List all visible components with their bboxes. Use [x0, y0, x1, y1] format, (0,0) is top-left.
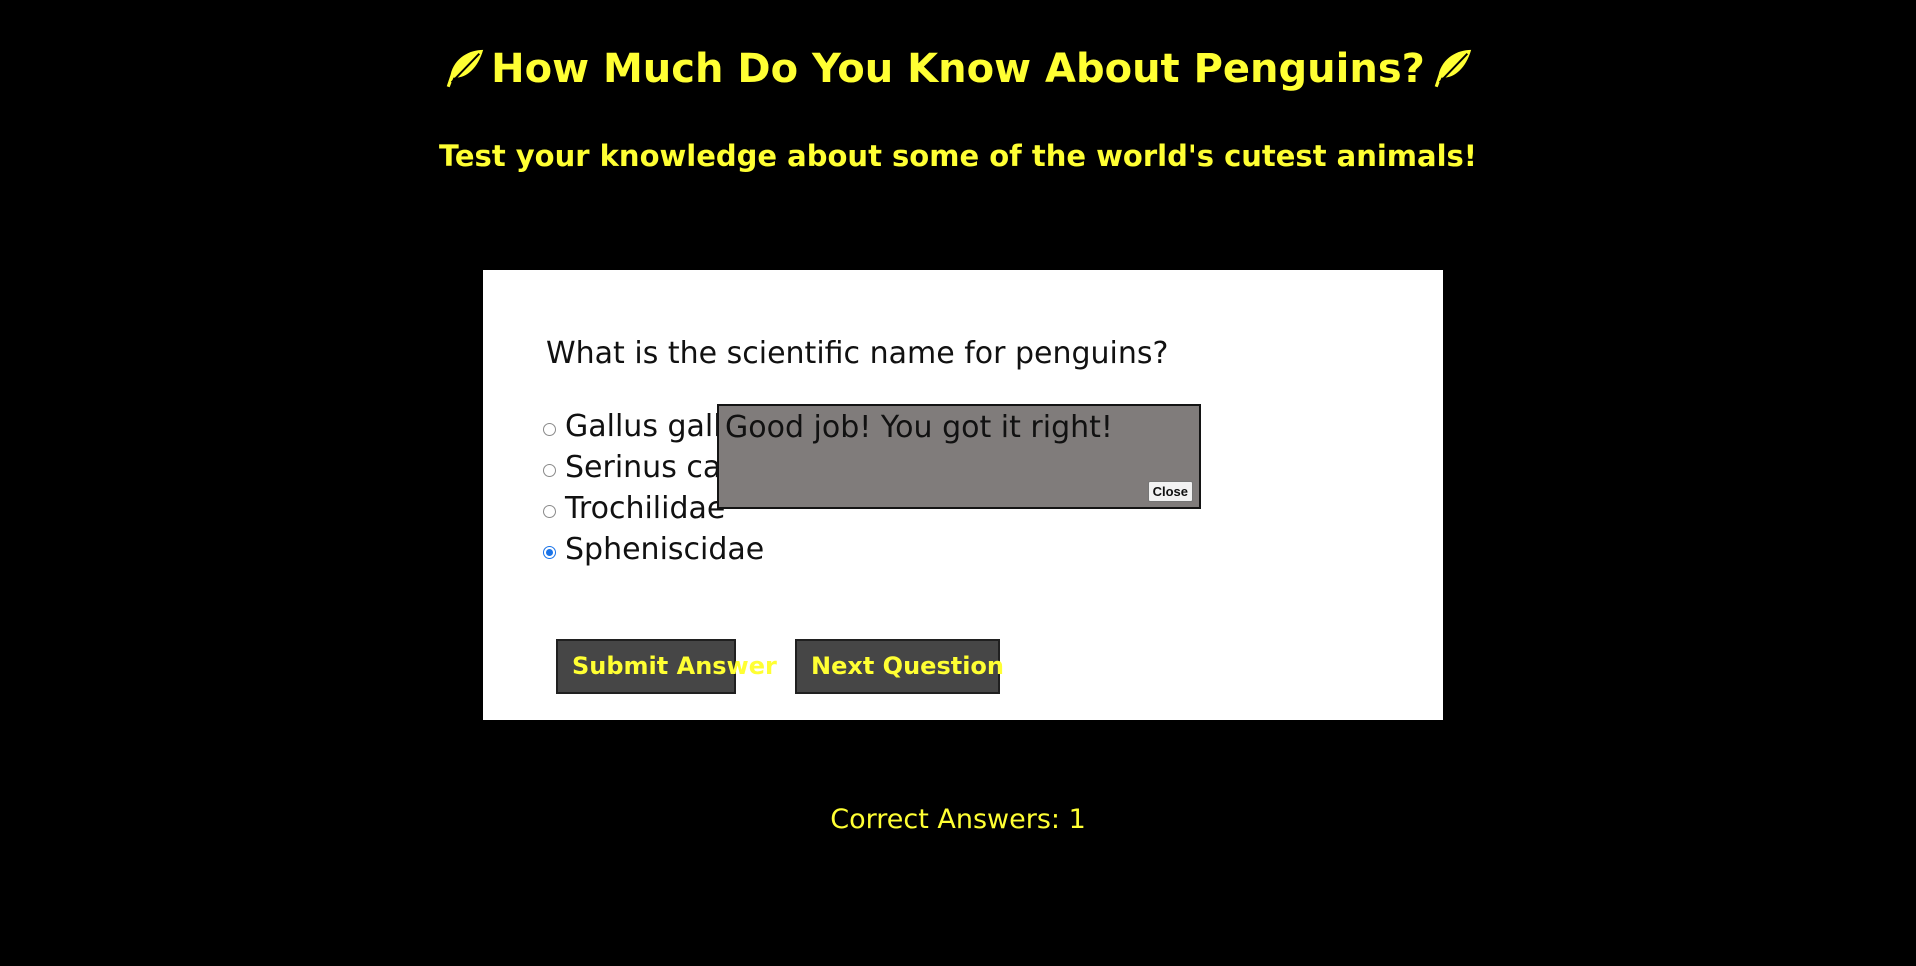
answer-option[interactable]: Spheniscidae: [543, 529, 798, 570]
quiz-page: How Much Do You Know About Penguins? Tes…: [0, 0, 1916, 966]
page-title-row: How Much Do You Know About Penguins?: [0, 38, 1916, 100]
submit-answer-button[interactable]: Submit Answer: [556, 639, 777, 694]
correct-answers-count: Correct Answers: 1: [830, 804, 1086, 835]
feedback-message: Good job! You got it right!: [725, 410, 1113, 445]
radio-button[interactable]: [543, 464, 556, 477]
radio-button[interactable]: [543, 423, 556, 436]
next-question-button[interactable]: Next Question: [795, 639, 1004, 694]
radio-button-selected[interactable]: [543, 546, 556, 559]
close-button[interactable]: Close: [1147, 481, 1193, 502]
page-subtitle: Test your knowledge about some of the wo…: [438, 139, 1478, 173]
radio-button[interactable]: [543, 505, 556, 518]
feedback-popup: Good job! You got it right! Close: [717, 404, 1201, 509]
answer-label: Trochilidae: [565, 491, 726, 526]
feather-icon: [1434, 49, 1471, 88]
question-text: What is the scientific name for penguins…: [546, 336, 1169, 371]
header: How Much Do You Know About Penguins?: [0, 38, 1916, 100]
feather-icon: [446, 49, 484, 88]
page-title: How Much Do You Know About Penguins?: [491, 46, 1425, 92]
answer-label: Spheniscidae: [565, 532, 765, 567]
